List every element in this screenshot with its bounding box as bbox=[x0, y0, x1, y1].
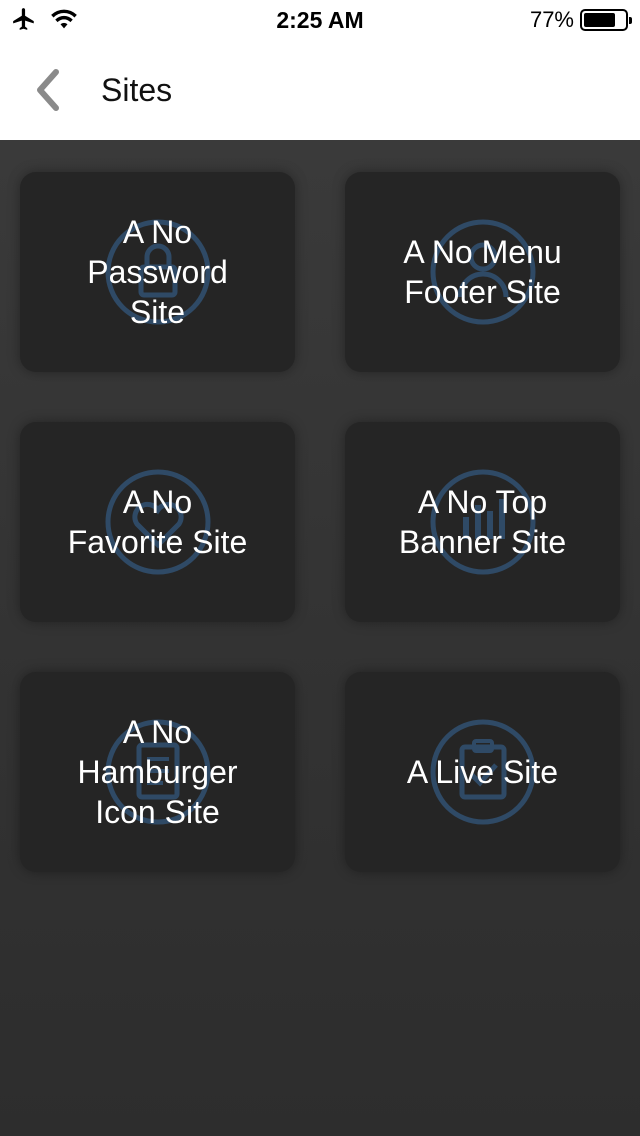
site-tile-live[interactable]: A Live Site bbox=[345, 672, 620, 872]
tile-label: A Live Site bbox=[406, 754, 559, 790]
tile-label: A No Favorite Site bbox=[67, 484, 248, 560]
battery-icon bbox=[580, 9, 632, 31]
tile-label: A No Top Banner Site bbox=[398, 484, 567, 560]
status-right: 77% bbox=[529, 7, 632, 33]
back-button[interactable] bbox=[28, 68, 78, 112]
tile-label: A No Password Site bbox=[87, 214, 228, 330]
site-tile-no-hamburger-icon[interactable]: A No Hamburger Icon Site bbox=[20, 672, 295, 872]
status-bar: 2:25 AM 77% bbox=[0, 0, 640, 40]
site-tile-no-favorite[interactable]: A No Favorite Site bbox=[20, 422, 295, 622]
tile-label: A No Menu Footer Site bbox=[403, 234, 562, 310]
site-tile-no-password[interactable]: A No Password Site bbox=[20, 172, 295, 372]
site-tile-no-top-banner[interactable]: A No Top Banner Site bbox=[345, 422, 620, 622]
tile-label: A No Hamburger Icon Site bbox=[77, 714, 238, 830]
nav-bar: Sites bbox=[0, 40, 640, 140]
sites-grid: A No Password Site A No Menu Footer Site… bbox=[0, 140, 640, 1136]
battery-percent: 77% bbox=[529, 7, 574, 32]
battery-fill bbox=[584, 13, 615, 27]
chevron-left-icon bbox=[37, 69, 59, 111]
page-title: Sites bbox=[101, 72, 173, 108]
site-tile-no-menu-footer[interactable]: A No Menu Footer Site bbox=[345, 172, 620, 372]
